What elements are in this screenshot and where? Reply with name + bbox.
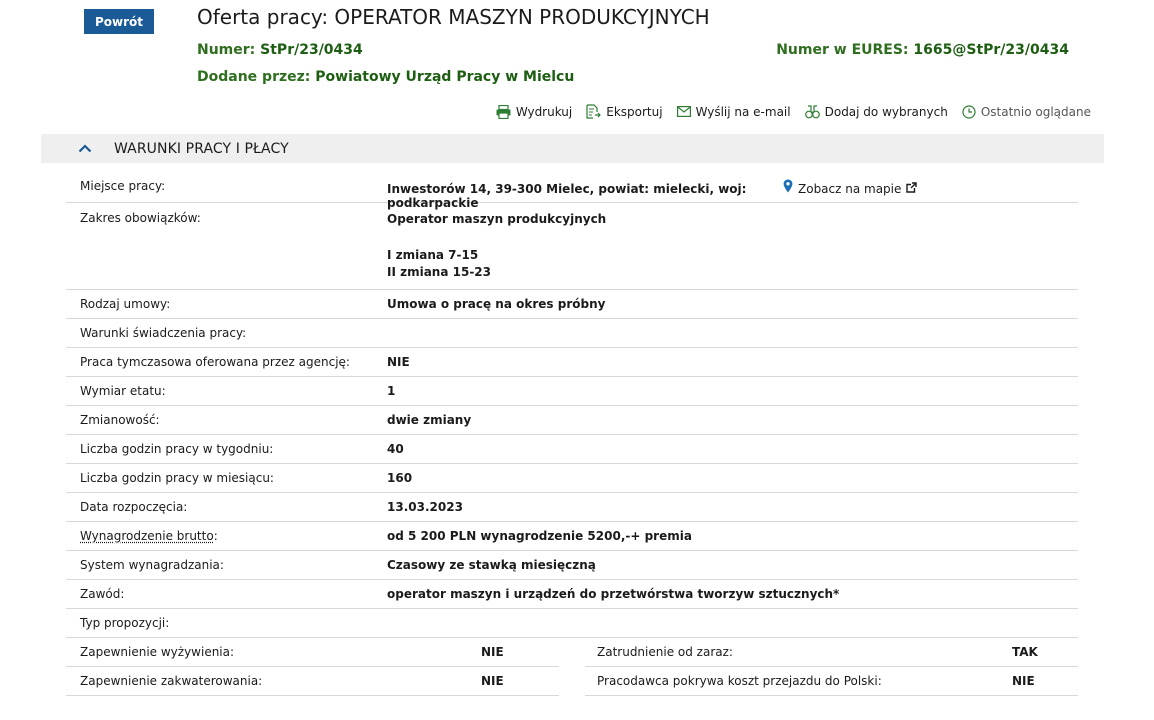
export-icon [586,104,602,119]
binoculars-icon [804,104,820,118]
duties-value: Operator maszyn produkcyjnych I zmiana 7… [387,211,1078,282]
row-hours-week: Liczba godzin pracy w tygodniu: 40 [66,435,1078,464]
export-label: Eksportuj [606,104,663,119]
row-label: Zapewnienie wyżywienia: [80,645,235,659]
salary-label[interactable]: Wynagrodzenie brutto [80,529,214,543]
duties-line: II zmiana 15-23 [387,265,492,279]
location-label: Miejsce pracy: [80,179,166,193]
recent-label: Ostatnio oglądane [980,104,1091,119]
row-label: Wymiar etatu: [80,384,166,398]
email-label: Wyślij na e-mail [695,104,791,119]
back-button[interactable]: Powrót [84,9,154,34]
row-label: Zmianowość: [80,413,160,427]
offer-number: Numer: StPr/23/0434 [197,42,363,58]
clock-icon [962,104,976,119]
row-location: Miejsce pracy: Inwestorów 14, 39-300 Mie… [66,170,1078,210]
row-work-time: Wymiar etatu: 1 [66,377,1078,406]
envelope-icon [676,106,691,117]
row-value: NIE [1012,674,1035,688]
action-toolbar: Wydrukuj Eksportuj Wyślij na e-mail Doda… [496,104,1091,119]
map-link[interactable]: Zobacz na mapie [783,179,918,210]
row-value: Czasowy ze stawką miesięczną [387,558,596,572]
salary-label-cell: Wynagrodzenie brutto: [80,529,387,543]
eures-number: Numer w EURES: 1665@StPr/23/0434 [776,42,1069,58]
row-value: operator maszyn i urządzeń do przetwórst… [387,587,840,601]
row-value: 40 [387,442,404,456]
row-proposal-type: Typ propozycji: [66,609,1078,638]
left-column: Zapewnienie wyżywienia: NIE Zapewnienie … [66,638,559,696]
details-table: Miejsce pracy: Inwestorów 14, 39-300 Mie… [66,170,1078,696]
row-duties: Zakres obowiązków: Operator maszyn produ… [66,203,1078,290]
favorite-label: Dodaj do wybranych [824,104,948,119]
location-value-cell: Inwestorów 14, 39-300 Mielec, powiat: mi… [387,179,1078,210]
row-meals: Zapewnienie wyżywienia: NIE [66,638,559,667]
duties-label: Zakres obowiązków: [80,211,201,225]
row-value: od 5 200 PLN wynagrodzenie 5200,-+ premi… [387,529,692,543]
favorite-action[interactable]: Dodaj do wybranych [804,104,948,119]
offer-number-label: Numer: [197,42,256,58]
added-by-value: Powiatowy Urząd Pracy w Mielcu [315,69,575,85]
recent-action[interactable]: Ostatnio oglądane [962,104,1091,119]
row-label: Pracodawca pokrywa koszt przejazdu do Po… [597,674,882,688]
row-label: Typ propozycji: [80,616,170,630]
row-occupation: Zawód: operator maszyn i urządzeń do prz… [66,580,1078,609]
printer-icon [496,104,511,119]
row-temporary-agency: Praca tymczasowa oferowana przez agencję… [66,348,1078,377]
row-value: NIE [481,674,504,688]
row-value: dwie zmiany [387,413,472,427]
map-pin-icon [783,179,793,193]
row-start-date: Data rozpoczęcia: 13.03.2023 [66,493,1078,522]
row-label: Warunki świadczenia pracy: [80,326,247,340]
row-label: Rodzaj umowy: [80,297,171,311]
print-action[interactable]: Wydrukuj [496,104,572,119]
added-by: Dodane przez: Powiatowy Urząd Pracy w Mi… [197,69,574,85]
row-label: Liczba godzin pracy w miesiącu: [80,471,274,485]
page-title: Oferta pracy: OPERATOR MASZYN PRODUKCYJN… [197,5,710,29]
duties-line: Operator maszyn produkcyjnych [387,212,607,226]
row-label: System wynagradzania: [80,558,224,572]
row-label: Zatrudnienie od zaraz: [597,645,733,659]
section-toggle-work-conditions[interactable]: WARUNKI PRACY I PŁACY [41,134,1104,163]
row-value: NIE [481,645,504,659]
row-accommodation: Zapewnienie zakwaterowania: NIE [66,667,559,696]
email-action[interactable]: Wyślij na e-mail [676,104,791,119]
row-value: 160 [387,471,413,485]
section-title: WARUNKI PRACY I PŁACY [114,140,289,157]
row-value: Umowa o pracę na okres próbny [387,297,606,311]
row-travel-cost: Pracodawca pokrywa koszt przejazdu do Po… [585,667,1078,696]
row-hours-month: Liczba godzin pracy w miesiącu: 160 [66,464,1078,493]
added-by-label: Dodane przez: [197,69,311,85]
row-contract-type: Rodzaj umowy: Umowa o pracę na okres pró… [66,290,1078,319]
row-pay-system: System wynagradzania: Czasowy ze stawką … [66,551,1078,580]
offer-number-value: StPr/23/0434 [260,42,363,58]
row-label: Zawód: [80,587,125,601]
row-shifts: Zmianowość: dwie zmiany [66,406,1078,435]
row-value: 13.03.2023 [387,500,463,514]
print-label: Wydrukuj [515,104,573,119]
row-salary: Wynagrodzenie brutto: od 5 200 PLN wynag… [66,522,1078,551]
chevron-up-icon [78,144,92,153]
eures-number-value: 1665@StPr/23/0434 [913,42,1069,58]
external-link-icon [906,182,918,193]
row-label: Zapewnienie zakwaterowania: [80,674,263,688]
map-link-label: Zobacz na mapie [798,182,902,196]
row-work-conditions: Warunki świadczenia pracy: [66,319,1078,348]
row-label: Data rozpoczęcia: [80,500,188,514]
row-value: TAK [1012,645,1038,659]
row-label: Praca tymczasowa oferowana przez agencję… [80,355,350,369]
right-column: Zatrudnienie od zaraz: TAK Pracodawca po… [585,638,1078,696]
row-value: 1 [387,384,396,398]
row-immediate-employment: Zatrudnienie od zaraz: TAK [585,638,1078,667]
eures-number-label: Numer w EURES: [776,42,909,58]
location-value: Inwestorów 14, 39-300 Mielec, powiat: mi… [387,182,747,210]
duties-line: I zmiana 7-15 [387,247,479,262]
row-label: Liczba godzin pracy w tygodniu: [80,442,274,456]
export-action[interactable]: Eksportuj [586,104,663,119]
split-rows: Zapewnienie wyżywienia: NIE Zapewnienie … [66,638,1078,696]
row-value: NIE [387,355,410,369]
salary-label-colon: : [213,529,218,543]
